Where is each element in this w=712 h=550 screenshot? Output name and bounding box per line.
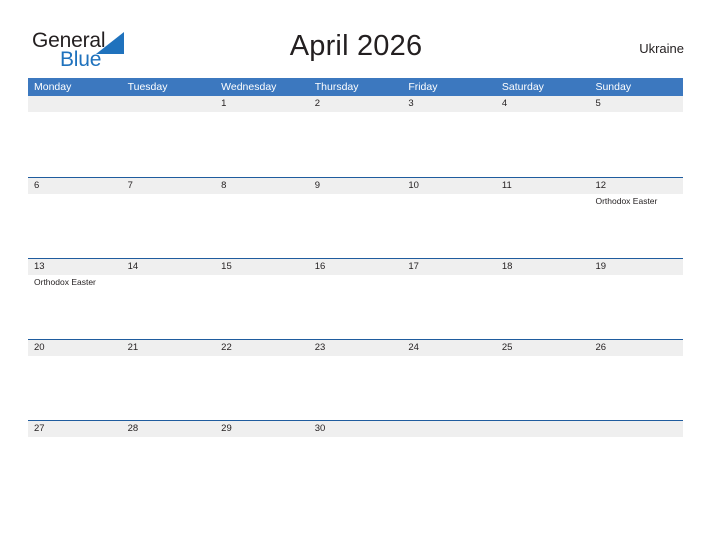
day-number: 24 [402,340,496,356]
day-cell-13[interactable]: 13 Orthodox Easter [28,259,122,339]
day-number: 14 [121,259,216,275]
page-title: April 2026 [289,30,423,62]
day-number: 28 [121,421,216,437]
holiday-label: Orthodox Easter [34,277,96,287]
day-cell-25[interactable]: 25 [495,340,590,420]
day-events: Orthodox Easter [589,194,683,207]
weekday-header-tuesday: Tuesday [127,81,168,93]
day-number: 25 [495,340,590,356]
holiday-label: Orthodox Easter [595,196,658,206]
calendar-week-row: 12345 [28,96,684,177]
day-events: Orthodox Easter [28,275,122,288]
day-number: 30 [308,421,403,437]
day-number: 8 [215,178,309,194]
day-cell-12[interactable]: 12 Orthodox Easter [589,178,684,258]
day-number: 2 [308,96,403,112]
calendar-week-row: 27 28 29 30 [28,420,684,501]
weekday-header-row: Monday Tuesday Wednesday Thursday Friday Satu… [28,78,683,96]
calendar-grid: Monday Tuesday Wednesday Thursday Friday Satu… [28,78,684,501]
day-cell-empty [28,96,122,177]
day-cell-28[interactable]: 28 [121,421,216,501]
day-cell-23[interactable]: 23 [308,340,403,420]
calendar-week-row: 20 21 22 23 24 25 26 [28,339,684,420]
day-number: 12 [589,178,684,194]
day-number: 15 [215,259,309,275]
day-number: 1 [215,96,309,112]
day-number: 7 [121,178,216,194]
day-cell-empty [495,421,590,501]
day-number: 18 [495,259,590,275]
day-number: 9 [308,178,403,194]
day-cell-6[interactable]: 6 [28,178,122,258]
weekday-header-wednesday: Wednesday [221,81,277,93]
day-cell-18[interactable]: 18 [495,259,590,339]
day-number: 26 [589,340,684,356]
day-number: 6 [28,178,122,194]
day-cell-27[interactable]: 27 [28,421,122,501]
day-number: 16 [308,259,403,275]
day-cell-30[interactable]: 30 [308,421,403,501]
day-number: 5 [589,96,684,112]
day-cell-9[interactable]: 9 [308,178,403,258]
page-header: General Blue April 2026 Ukraine [0,0,712,78]
day-cell-7[interactable]: 7 [121,178,216,258]
day-cell-4[interactable]: 4 [495,96,590,177]
day-cell-empty [121,96,216,177]
day-cell-19[interactable]: 19 [589,259,684,339]
day-number: 20 [28,340,122,356]
day-number [495,421,590,437]
day-cell-1[interactable]: 1 [215,96,309,177]
day-number: 4 [495,96,590,112]
day-number: 19 [589,259,684,275]
calendar-week-row: 13 Orthodox Easter 14 15 16 17 18 19 [28,258,684,339]
day-cell-5[interactable]: 5 [589,96,684,177]
day-cell-11[interactable]: 11 [495,178,590,258]
day-cell-17[interactable]: 17 [402,259,496,339]
day-number: 11 [495,178,590,194]
day-number [589,421,684,437]
day-cell-20[interactable]: 20 [28,340,122,420]
calendar-page: General Blue April 2026 Ukraine Monday Tu… [0,0,712,550]
day-number: 21 [121,340,216,356]
day-cell-14[interactable]: 14 [121,259,216,339]
day-number: 13 [28,259,122,275]
weekday-header-sunday: Sunday [595,81,632,93]
day-cell-26[interactable]: 26 [589,340,684,420]
day-cell-empty [402,421,496,501]
calendar-body: 1 2 3 4 5 6 7 8 9 10 11 12 Orthodox Easter 13 Orthodox… [28,96,684,501]
day-cell-16[interactable]: 16 [308,259,403,339]
day-cell-15[interactable]: 15 [215,259,309,339]
day-number: 22 [215,340,309,356]
day-number: 3 [402,96,496,112]
country-label: Ukraine [639,41,684,56]
day-cell-2[interactable]: 2 [308,96,403,177]
day-number [402,421,496,437]
weekday-header-friday: Friday [408,81,438,93]
day-cell-empty [589,421,684,501]
day-cell-3[interactable]: 3 [402,96,496,177]
weekday-header-monday: Monday [34,81,72,93]
weekday-header-saturday: Saturday [501,81,544,93]
day-cell-29[interactable]: 29 [215,421,309,501]
calendar-week-row: 6 7 8 9 10 11 12 Orthodox Easter [28,177,684,258]
day-number [28,96,122,112]
day-number [121,96,216,112]
day-cell-22[interactable]: 22 [215,340,309,420]
day-cell-21[interactable]: 21 [121,340,216,420]
day-cell-10[interactable]: 10 [402,178,496,258]
day-number: 27 [28,421,122,437]
day-cell-24[interactable]: 24 [402,340,496,420]
day-cell-8[interactable]: 8 [215,178,309,258]
day-number: 17 [402,259,496,275]
day-number: 23 [308,340,403,356]
day-number: 29 [215,421,309,437]
weekday-header-thursday: Thursday [314,81,359,93]
day-number: 10 [402,178,496,194]
